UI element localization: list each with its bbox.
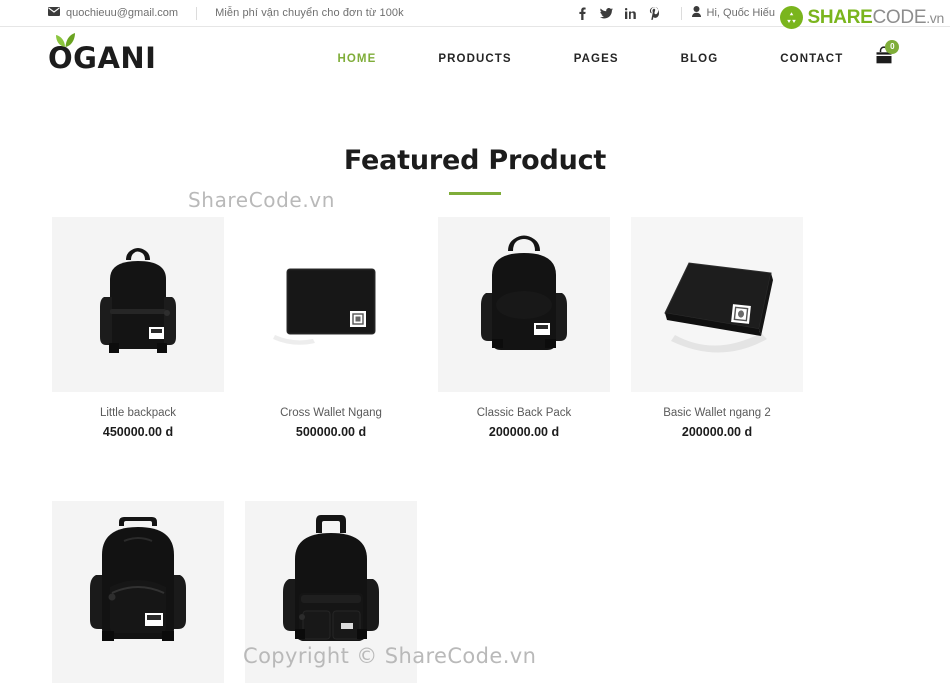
contact-email-text: quochieuu@gmail.com <box>66 7 179 19</box>
product-card[interactable]: Classic Back Pack 200000.00 d <box>438 217 610 439</box>
shipping-note: Miễn phí vận chuyển cho đơn từ 100k <box>215 7 404 19</box>
featured-section-header: Featured Product <box>0 145 950 195</box>
product-name: Basic Wallet ngang 2 <box>663 407 771 419</box>
cart-count-badge: 0 <box>885 39 900 54</box>
product-image-black-backpack-pockets[interactable] <box>245 501 417 683</box>
nav-item-blog[interactable]: BLOG <box>650 53 750 65</box>
product-name: Classic Back Pack <box>476 407 572 419</box>
site-header: OGANI HOME PRODUCTS PAGES BLOG CONTACT 0 <box>0 27 950 90</box>
divider <box>196 6 198 20</box>
main-navigation: HOME PRODUCTS PAGES BLOG CONTACT <box>306 53 874 65</box>
cart-button[interactable]: 0 <box>874 39 900 74</box>
product-image-black-wallet-flat[interactable] <box>245 217 417 392</box>
nav-item-pages[interactable]: PAGES <box>543 53 650 65</box>
envelope-icon <box>48 7 60 19</box>
product-price: 200000.00 d <box>488 425 560 439</box>
top-bar-right: Hi, Quốc Hiếu <box>571 6 930 20</box>
title-underline <box>449 192 501 195</box>
nav-item-home[interactable]: HOME <box>306 53 407 65</box>
nav-item-products[interactable]: PRODUCTS <box>407 53 542 65</box>
product-price: 200000.00 d <box>681 425 753 439</box>
product-card[interactable]: Balo Campus 900000.00 d <box>52 501 224 692</box>
contact-email[interactable]: quochieuu@gmail.com <box>48 7 178 19</box>
product-name: Little backpack <box>99 407 177 419</box>
product-card[interactable]: Basic Wallet ngang 2 200000.00 d <box>631 217 803 439</box>
top-bar-left: quochieuu@gmail.com Miễn phí vận chuyển … <box>48 6 404 20</box>
leaf-icon <box>55 32 77 53</box>
person-icon <box>691 6 701 20</box>
nav-item-contact[interactable]: CONTACT <box>749 53 874 65</box>
product-card[interactable]: Balo Grand Compact 200000.00 d <box>245 501 417 692</box>
brand-logo[interactable]: OGANI <box>48 33 156 73</box>
user-greeting[interactable]: Hi, Quốc Hiếu <box>691 6 775 20</box>
twitter-icon[interactable] <box>595 7 619 19</box>
product-image-black-backpack-campus[interactable] <box>52 501 224 683</box>
product-image-black-backpack[interactable] <box>52 217 224 392</box>
product-card[interactable]: Cross Wallet Ngang 500000.00 d <box>245 217 417 439</box>
linkedin-icon[interactable] <box>619 7 643 19</box>
product-image-black-backpack-classic[interactable] <box>438 217 610 392</box>
product-price: 450000.00 d <box>102 425 174 439</box>
user-greeting-text: Hi, Quốc Hiếu <box>706 7 775 19</box>
facebook-icon[interactable] <box>571 7 595 20</box>
product-card[interactable]: Little backpack 450000.00 d <box>52 217 224 439</box>
product-name: Cross Wallet Ngang <box>280 407 382 419</box>
product-grid: Little backpack 450000.00 d Cross Wallet… <box>0 217 950 692</box>
product-price: 500000.00 d <box>295 425 367 439</box>
page-title: Featured Product <box>343 145 607 176</box>
pinterest-icon[interactable] <box>643 6 667 20</box>
top-bar: quochieuu@gmail.com Miễn phí vận chuyển … <box>0 0 950 27</box>
divider <box>680 6 682 20</box>
product-image-black-wallet-angled[interactable] <box>631 217 803 392</box>
